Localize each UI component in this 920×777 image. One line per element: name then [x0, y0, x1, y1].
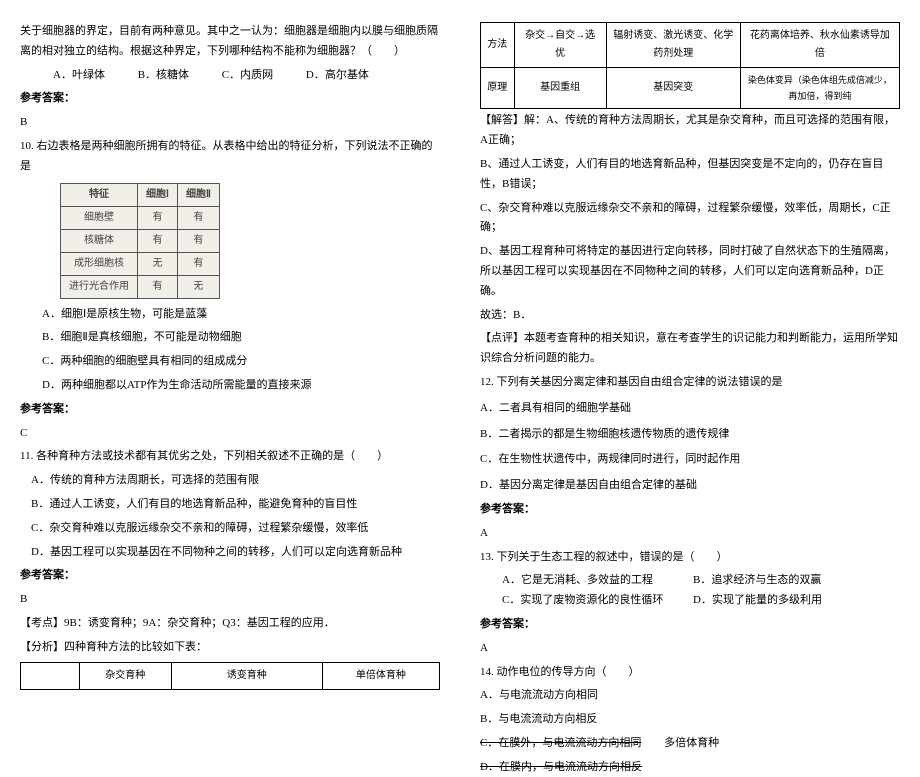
- tbl1-r2c2: 有: [177, 229, 219, 252]
- q14-opt-d: D．在膜内，与电流流动方向相反: [480, 758, 900, 777]
- tbl3-r2c3: 染色体变异（染色体组先成倍减少，再加倍，得到纯: [740, 68, 899, 109]
- tbl3-r2c2: 基因突变: [606, 68, 740, 109]
- q14-opt-c: C．在膜外，与电流流动方向相同: [480, 737, 641, 749]
- q14-stem: 14. 动作电位的传导方向（ ）: [480, 663, 900, 683]
- tbl2-c0: [21, 662, 80, 689]
- q-organelle-options: A．叶绿体 B．核糖体 C．内质网 D．高尔基体: [53, 66, 440, 86]
- q13-stem: 13. 下列关于生态工程的叙述中，错误的是（ ）: [480, 548, 900, 568]
- tbl1-r2c0: 核糖体: [61, 229, 138, 252]
- opt-a: A．叶绿体: [53, 66, 105, 86]
- q10-opt-d: D．两种细胞都以ATP作为生命活动所需能量的直接来源: [20, 376, 440, 396]
- answer-b2: B: [20, 590, 440, 610]
- q11-opt-b: B．通过人工诱变，人们有目的地选育新品种，能避免育种的盲目性: [20, 495, 440, 515]
- q12-opt-d: D．基因分离定律是基因自由组合定律的基础: [480, 476, 900, 496]
- overlay-label: 多倍体育种: [664, 737, 719, 749]
- q12-stem: 12. 下列有关基因分离定律和基因自由组合定律的说法错误的是: [480, 373, 900, 393]
- q12-opt-b: B．二者揭示的都是生物细胞核遗传物质的遗传规律: [480, 425, 900, 445]
- tbl1-r1c1: 有: [138, 206, 178, 229]
- tbl1-r3c0: 成形细胞核: [61, 252, 138, 275]
- answer-a2: A: [480, 639, 900, 659]
- tbl3-r2c1: 基因重组: [514, 68, 606, 109]
- q13-opt-c: C．实现了废物资源化的良性循环: [502, 591, 693, 611]
- tbl1-r4c2: 无: [177, 275, 219, 298]
- cell-feature-table: 特征 细胞Ⅰ 细胞Ⅱ 细胞壁 有 有 核糖体 有 有 成形细胞核 无 有 进行光…: [60, 183, 220, 299]
- jieda-c: C、杂交育种难以克服远缘杂交不亲和的障碍，过程繁杂缓慢，效率低，周期长，C正确；: [480, 199, 900, 239]
- kaodian: 【考点】9B：诱变育种；9A：杂交育种；Q3：基因工程的应用．: [20, 614, 440, 634]
- answer-c: C: [20, 424, 440, 444]
- tbl2-c2: 诱变育种: [171, 662, 322, 689]
- q11-opt-a: A．传统的育种方法周期长，可选择的范围有限: [20, 471, 440, 491]
- tbl1-r1c2: 有: [177, 206, 219, 229]
- q-organelle-stem: 关于细胞器的界定，目前有两种意见。其中之一认为：细胞器是细胞内以膜与细胞质隔离的…: [20, 22, 440, 62]
- q11-opt-d: D．基因工程可以实现基因在不同物种之间的转移，人们可以定向选育新品种: [20, 543, 440, 563]
- tbl3-r2c0: 原理: [481, 68, 515, 109]
- q10-opt-c: C．两种细胞的细胞壁具有相同的组成成分: [20, 352, 440, 372]
- tbl1-r3c2: 有: [177, 252, 219, 275]
- tbl1-h2: 细胞Ⅱ: [177, 183, 219, 206]
- tbl1-r2c1: 有: [138, 229, 178, 252]
- breeding-compare-table-body: 方法 杂交→自交→选优 辐射诱变、激光诱变、化学药剂处理 花药离体培养、秋水仙素…: [480, 22, 900, 109]
- tbl2-c3: 单倍体育种: [322, 662, 439, 689]
- q12-opt-a: A．二者具有相同的细胞学基础: [480, 399, 900, 419]
- q10-opt-b: B．细胞Ⅱ是真核细胞，不可能是动物细胞: [20, 328, 440, 348]
- tbl1-r4c0: 进行光合作用: [61, 275, 138, 298]
- tbl1-h1: 细胞Ⅰ: [138, 183, 178, 206]
- jieda-b: B、通过人工诱变，人们有目的地选育新品种，但基因突变是不定向的，仍存在盲目性，B…: [480, 155, 900, 195]
- tbl1-r1c0: 细胞壁: [61, 206, 138, 229]
- q12-opt-c: C．在生物性状遗传中，两规律同时进行，同时起作用: [480, 450, 900, 470]
- q10-stem: 10. 右边表格是两种细胞所拥有的特征。从表格中给出的特征分析，下列说法不正确的…: [20, 137, 440, 177]
- answer-a: A: [480, 524, 900, 544]
- q11-stem: 11. 各种育种方法或技术都有其优劣之处，下列相关叙述不正确的是（ ）: [20, 447, 440, 467]
- q13-options: A．它是无消耗、多效益的工程 B．追求经济与生态的双赢 C．实现了废物资源化的良…: [502, 571, 900, 611]
- tbl1-r3c1: 无: [138, 252, 178, 275]
- jieda-select: 故选：B．: [480, 306, 900, 326]
- answer-label-3: 参考答案：: [20, 566, 440, 586]
- breeding-compare-table-head: 杂交育种 诱变育种 单倍体育种: [20, 662, 440, 690]
- opt-c: C．内质网: [222, 66, 273, 86]
- q13-opt-d: D．实现了能量的多级利用: [693, 591, 884, 611]
- tbl3-r1c0: 方法: [481, 23, 515, 68]
- opt-b: B．核糖体: [138, 66, 189, 86]
- q14-opt-a: A．与电流流动方向相同: [480, 686, 900, 706]
- jieda-d: D、基因工程育种可将特定的基因进行定向转移，同时打破了自然状态下的生殖隔离，所以…: [480, 242, 900, 301]
- answer-label-5: 参考答案：: [480, 615, 900, 635]
- answer-label: 参考答案：: [20, 89, 440, 109]
- q13-opt-a: A．它是无消耗、多效益的工程: [502, 571, 693, 591]
- tbl2-c1: 杂交育种: [79, 662, 171, 689]
- q10-opt-a: A．细胞Ⅰ是原核生物，可能是蓝藻: [20, 305, 440, 325]
- q14-opt-b: B．与电流流动方向相反: [480, 710, 900, 730]
- tbl3-r1c1: 杂交→自交→选优: [514, 23, 606, 68]
- tbl1-h0: 特征: [61, 183, 138, 206]
- tbl3-r1c3: 花药离体培养、秋水仙素诱导加倍: [740, 23, 899, 68]
- opt-d: D．高尔基体: [306, 66, 369, 86]
- fenxi: 【分析】四种育种方法的比较如下表：: [20, 638, 440, 658]
- tbl3-r1c2: 辐射诱变、激光诱变、化学药剂处理: [606, 23, 740, 68]
- answer-label-4: 参考答案：: [480, 500, 900, 520]
- q13-opt-b: B．追求经济与生态的双赢: [693, 571, 884, 591]
- q11-opt-c: C．杂交育种难以克服远缘杂交不亲和的障碍，过程繁杂缓慢，效率低: [20, 519, 440, 539]
- tbl1-r4c1: 有: [138, 275, 178, 298]
- dianping: 【点评】本题考查育种的相关知识，意在考查学生的识记能力和判断能力，运用所学知识综…: [480, 329, 900, 369]
- jieda-a: 【解答】解：A、传统的育种方法周期长，尤其是杂交育种，而且可选择的范围有限，A正…: [480, 111, 900, 151]
- q14-opt-c-wrap: C．在膜外，与电流流动方向相同 多倍体育种: [480, 734, 900, 754]
- answer-label-2: 参考答案：: [20, 400, 440, 420]
- answer-b: B: [20, 113, 440, 133]
